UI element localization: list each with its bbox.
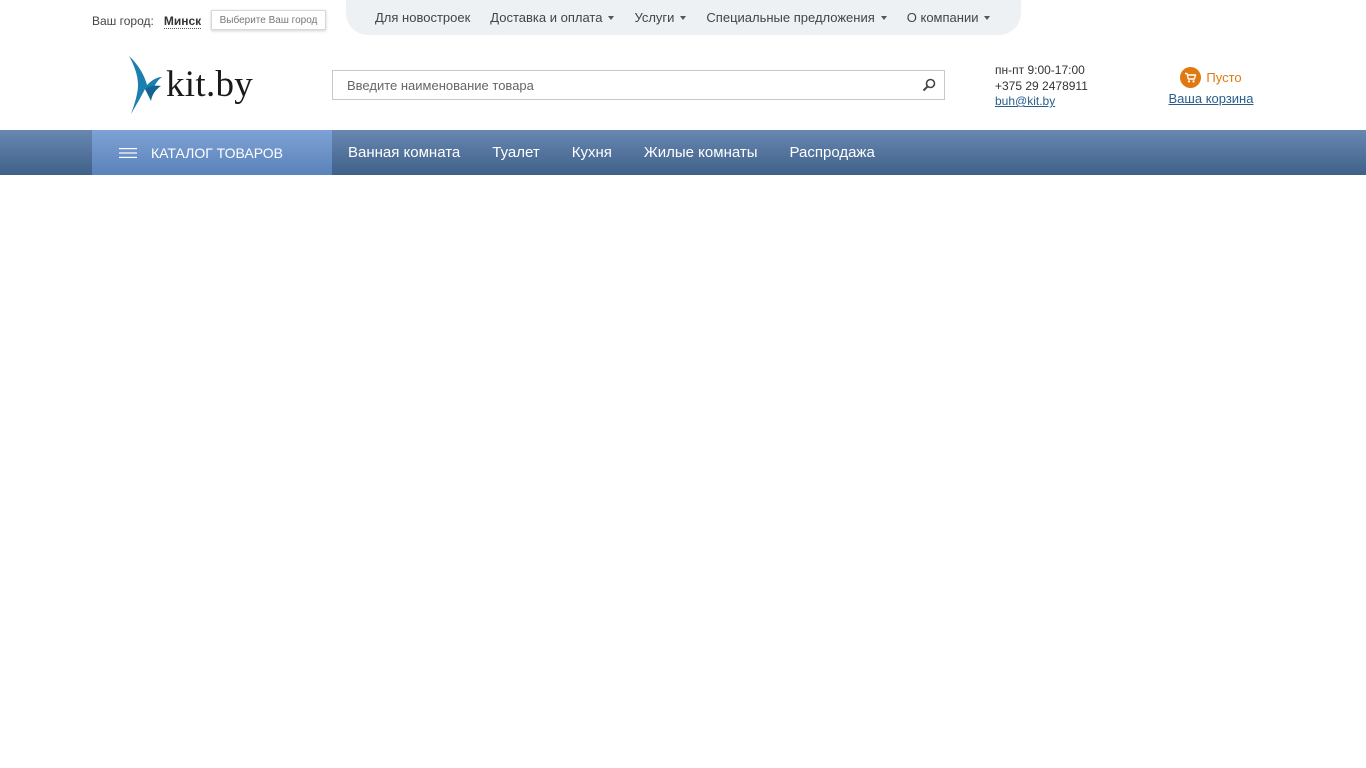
caret-down-icon [880,16,887,20]
city-selector: Ваш город: Минск Выберите Ваш город [92,10,326,30]
city-label: Ваш город: [92,14,154,28]
category-sale[interactable]: Распродажа [790,144,875,161]
choose-city-button[interactable]: Выберите Ваш город [211,10,326,30]
topnav-item-label: Услуги [634,10,675,25]
category-toilet[interactable]: Туалет [492,144,539,161]
search-input[interactable] [333,71,914,99]
category-kitchen[interactable]: Кухня [572,144,612,161]
topnav-item-label: О компании [906,10,979,25]
main-navigation: КАТАЛОГ ТОВАРОВ Ванная комната Туалет Ку… [0,130,1366,175]
search-box [332,70,945,100]
category-bathroom[interactable]: Ванная комната [348,144,460,161]
category-menu: Ванная комната Туалет Кухня Жилые комнат… [332,130,907,175]
cart-status[interactable]: Пусто [1166,66,1256,88]
cart-icon [1180,66,1202,88]
work-hours: пн-пт 9:00-17:00 [995,63,1085,77]
category-living-rooms[interactable]: Жилые комнаты [644,144,758,161]
cart-status-label: Пусто [1206,69,1242,85]
catalog-button[interactable]: КАТАЛОГ ТОВАРОВ [92,130,332,175]
site-logo[interactable]: kit.by [125,55,265,115]
topnav-item-new-buildings[interactable]: Для новостроек [375,10,470,25]
caret-down-icon [608,16,615,20]
phone-number: +375 29 2478911 [995,78,1088,93]
caret-down-icon [984,16,991,20]
your-cart-link[interactable]: Ваша корзина [1166,91,1256,106]
topnav-item-special-offers[interactable]: Специальные предложения [706,10,887,25]
search-icon [922,78,936,92]
page: Ваш город: Минск Выберите Ваш город Для … [0,0,1366,768]
topnav-item-label: Для новостроек [375,10,471,25]
topnav-item-delivery[interactable]: Доставка и оплата [490,10,615,25]
caret-down-icon [680,16,687,20]
topnav-item-about[interactable]: О компании [907,10,991,25]
contacts-block: пн-пт 9:00-17:00 +375 29 2478911 buh@kit… [995,63,1088,110]
hamburger-menu-icon [119,147,137,158]
search-button[interactable] [914,71,944,99]
cart-widget: Пусто Ваша корзина [1166,66,1256,106]
topnav-item-label: Специальные предложения [706,10,875,25]
top-navigation: Для новостроек Доставка и оплата Услуги … [346,0,1021,35]
catalog-label: КАТАЛОГ ТОВАРОВ [151,144,283,161]
topnav-item-services[interactable]: Услуги [634,10,687,25]
fish-tail-icon [129,56,162,114]
logo-text: kit.by [166,64,254,105]
topnav-item-label: Доставка и оплата [490,10,603,25]
email-link[interactable]: buh@kit.by [995,94,1055,108]
city-name-link[interactable]: Минск [163,14,202,29]
